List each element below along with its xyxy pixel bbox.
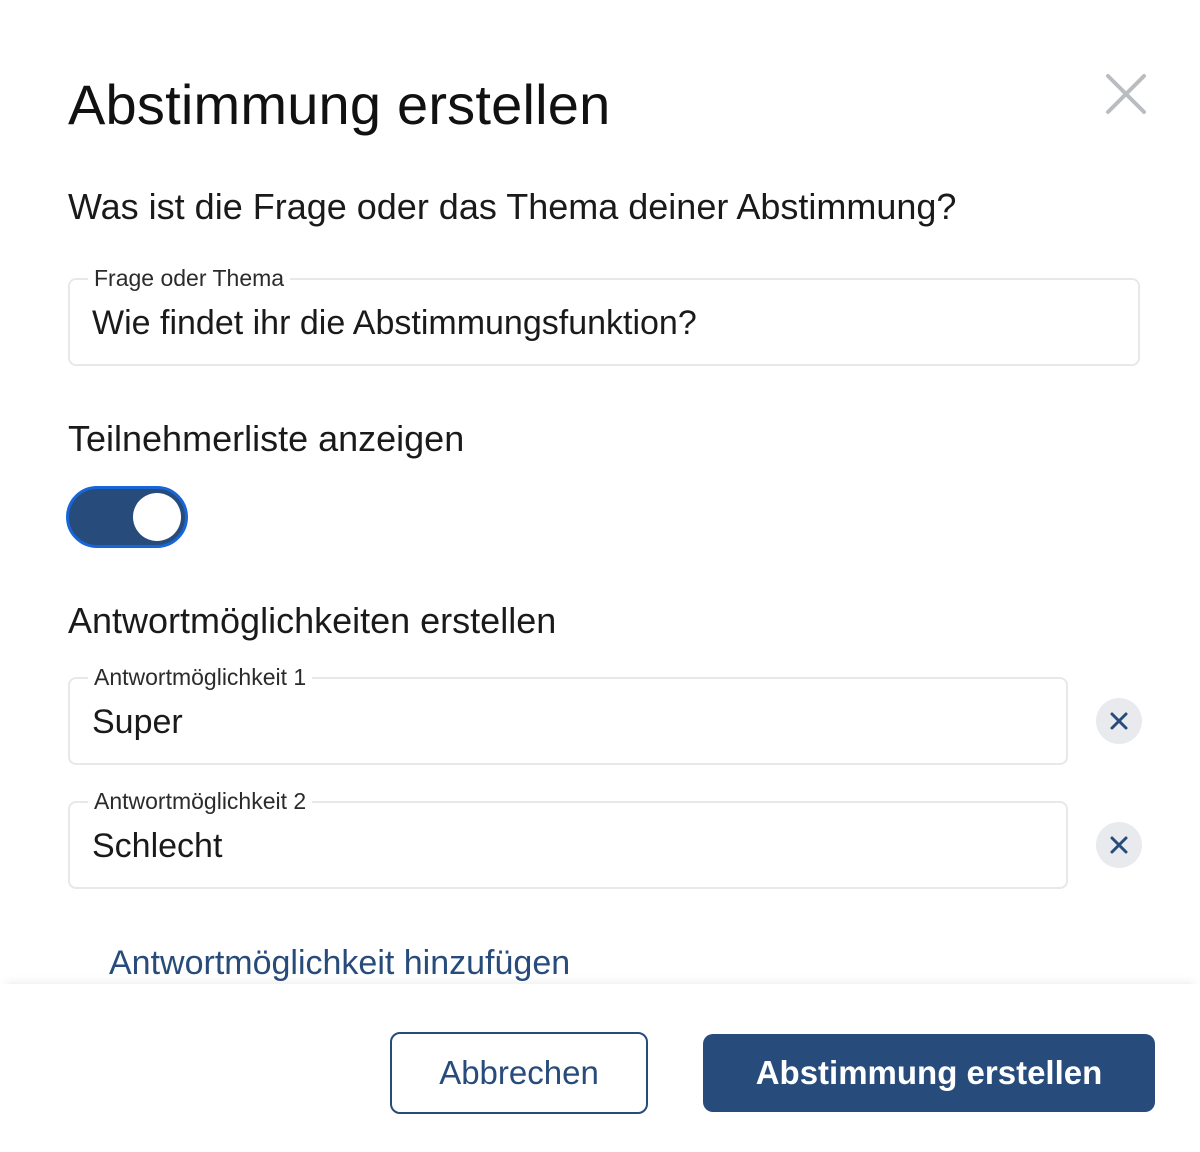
participants-toggle[interactable]	[66, 486, 188, 548]
close-icon	[1106, 74, 1146, 114]
add-answer-link[interactable]: Antwortmöglichkeit hinzufügen	[109, 944, 570, 983]
create-poll-button[interactable]: Abstimmung erstellen	[703, 1034, 1155, 1112]
close-icon	[1110, 712, 1128, 730]
dialog-footer: Abbrechen Abstimmung erstellen	[0, 984, 1200, 1152]
remove-answer-2-button[interactable]	[1096, 822, 1142, 868]
remove-answer-1-button[interactable]	[1096, 698, 1142, 744]
dialog-title: Abstimmung erstellen	[68, 73, 611, 136]
cancel-button[interactable]: Abbrechen	[390, 1032, 648, 1114]
close-icon	[1110, 836, 1128, 854]
participants-label: Teilnehmerliste anzeigen	[68, 418, 465, 459]
question-prompt: Was ist die Frage oder das Thema deiner …	[68, 186, 957, 227]
answer-field-label: Antwortmöglichkeit 1	[88, 664, 313, 691]
close-button[interactable]	[1098, 66, 1154, 122]
question-input[interactable]: Wie findet ihr die Abstimmungsfunktion?	[92, 304, 697, 343]
toggle-knob	[133, 493, 181, 541]
question-field-label: Frage oder Thema	[88, 265, 291, 292]
answer-input[interactable]: Super	[92, 703, 183, 742]
answer-input[interactable]: Schlecht	[92, 827, 222, 866]
answer-field-2[interactable]: Antwortmöglichkeit 2 Schlecht	[68, 788, 1068, 889]
answers-heading: Antwortmöglichkeiten erstellen	[68, 600, 557, 641]
question-field[interactable]: Frage oder Thema Wie findet ihr die Abst…	[68, 265, 1140, 366]
create-poll-dialog: Abstimmung erstellen Was ist die Frage o…	[0, 0, 1200, 1152]
answer-field-1[interactable]: Antwortmöglichkeit 1 Super	[68, 664, 1068, 765]
answer-field-label: Antwortmöglichkeit 2	[88, 788, 313, 815]
